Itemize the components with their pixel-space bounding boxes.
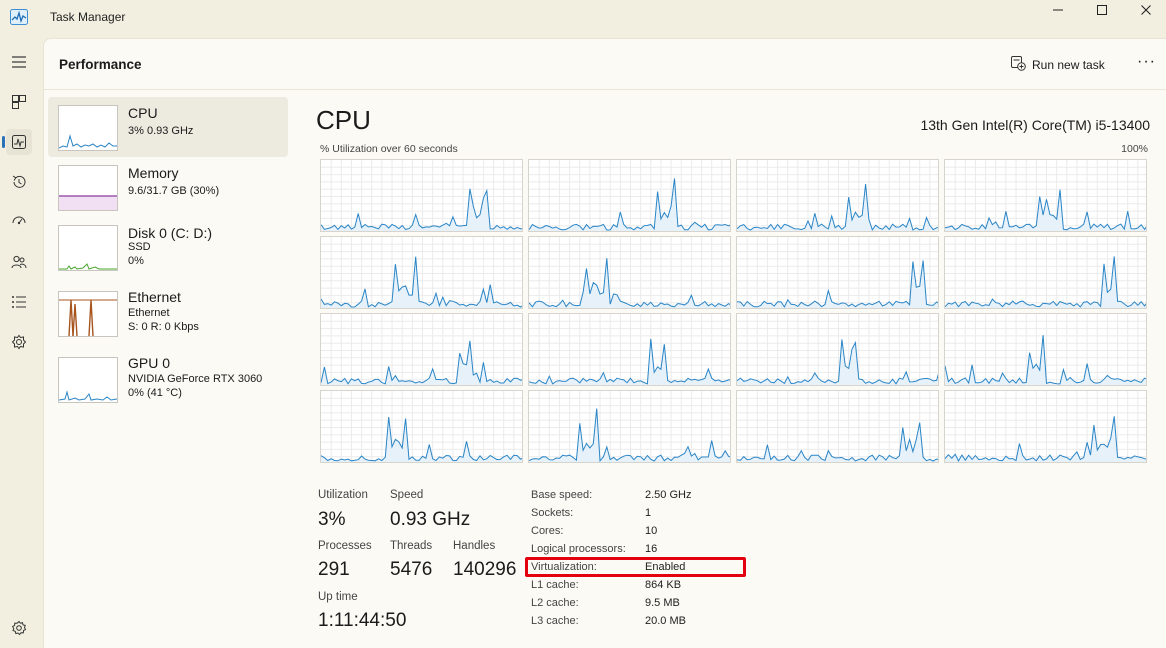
- utilization-graph-label: % Utilization over 60 seconds: [320, 143, 458, 155]
- l3-cache-value: 20.0 MB: [645, 615, 686, 627]
- base-speed-value: 2.50 GHz: [645, 489, 692, 501]
- resource-name: Ethernet: [128, 289, 181, 305]
- cpu-model-name: 13th Gen Intel(R) Core(TM) i5-13400: [920, 117, 1150, 133]
- task-manager-icon: [10, 9, 28, 25]
- sockets-label: Sockets:: [531, 507, 574, 519]
- resource-name: GPU 0: [128, 355, 171, 371]
- core-graph: [320, 236, 523, 309]
- performance-icon[interactable]: [2, 129, 32, 155]
- resource-name: CPU: [128, 105, 158, 121]
- settings-icon[interactable]: [6, 615, 32, 641]
- resource-detail: SSD: [128, 241, 151, 253]
- uptime-label: Up time: [318, 591, 358, 603]
- memory-thumbnail-graph: [58, 165, 118, 211]
- handles-label: Handles: [453, 540, 496, 552]
- main-panel: Performance Run new task ··· CPU 3% 0.93…: [43, 38, 1166, 648]
- logical-processor-graphs: [320, 159, 1147, 465]
- core-graph: [320, 313, 523, 386]
- menu-icon[interactable]: [6, 49, 32, 75]
- cores-value: 10: [645, 525, 658, 537]
- core-graph: [528, 236, 731, 309]
- utilization-max-label: 100%: [1121, 143, 1148, 155]
- processes-icon[interactable]: [6, 89, 32, 115]
- core-graph: [528, 159, 731, 232]
- threads-label: Threads: [390, 540, 433, 552]
- processes-value: 291: [318, 559, 350, 580]
- core-graph: [320, 390, 523, 463]
- page-header: Performance Run new task ···: [44, 39, 1166, 90]
- resource-detail: 0%: [128, 255, 144, 267]
- resource-name: Memory: [128, 165, 179, 181]
- handles-value: 140296: [453, 559, 517, 580]
- maximize-button[interactable]: [1080, 0, 1124, 20]
- core-graph: [736, 159, 939, 232]
- l1-cache-value: 864 KB: [645, 579, 682, 591]
- l2-cache-value: 9.5 MB: [645, 597, 680, 609]
- app-history-icon[interactable]: [6, 169, 32, 195]
- core-graph: [736, 390, 939, 463]
- core-graph: [736, 313, 939, 386]
- run-task-icon: [1010, 55, 1026, 74]
- core-graph: [528, 390, 731, 463]
- close-button[interactable]: [1124, 0, 1166, 20]
- more-options-button[interactable]: ···: [1137, 53, 1156, 71]
- logical-processors-value: 16: [645, 543, 658, 555]
- startup-apps-icon[interactable]: [6, 209, 32, 235]
- gpu-thumbnail-graph: [58, 357, 118, 403]
- virtualization-highlight-box: [525, 557, 746, 577]
- users-icon[interactable]: [6, 249, 32, 275]
- core-graph: [944, 313, 1147, 386]
- processes-label: Processes: [318, 540, 372, 552]
- core-graph: [320, 159, 523, 232]
- utilization-value: 3%: [318, 509, 346, 530]
- resource-item-cpu[interactable]: CPU 3% 0.93 GHz: [48, 97, 288, 157]
- resource-detail: Ethernet: [128, 307, 170, 319]
- resource-detail: 3% 0.93 GHz: [128, 125, 194, 137]
- details-icon[interactable]: [6, 289, 32, 315]
- cpu-heading: CPU: [316, 105, 371, 135]
- cpu-thumbnail-graph: [58, 105, 118, 151]
- l3-cache-label: L3 cache:: [531, 615, 579, 627]
- core-graph: [944, 159, 1147, 232]
- l2-cache-label: L2 cache:: [531, 597, 579, 609]
- core-graph: [736, 236, 939, 309]
- resource-detail: 9.6/31.7 GB (30%): [128, 185, 220, 197]
- sockets-value: 1: [645, 507, 652, 519]
- resource-item-memory[interactable]: Memory 9.6/31.7 GB (30%): [48, 157, 288, 217]
- run-new-task-button[interactable]: Run new task: [1010, 55, 1105, 74]
- disk-thumbnail-graph: [58, 225, 118, 271]
- resource-detail: NVIDIA GeForce RTX 3060: [128, 373, 263, 385]
- threads-value: 5476: [390, 559, 433, 580]
- logical-processors-label: Logical processors:: [531, 543, 626, 555]
- utilization-label: Utilization: [318, 489, 368, 501]
- ethernet-thumbnail-graph: [58, 291, 118, 337]
- resource-detail: S: 0 R: 0 Kbps: [128, 321, 199, 333]
- core-graph: [528, 313, 731, 386]
- title-bar: Task Manager: [0, 0, 1166, 38]
- base-speed-label: Base speed:: [531, 489, 593, 501]
- speed-label: Speed: [390, 489, 424, 501]
- page-title: Performance: [59, 57, 142, 72]
- resource-item-ethernet[interactable]: Ethernet Ethernet S: 0 R: 0 Kbps: [48, 283, 288, 343]
- l1-cache-label: L1 cache:: [531, 579, 579, 591]
- cores-label: Cores:: [531, 525, 564, 537]
- core-graph: [944, 236, 1147, 309]
- speed-value: 0.93 GHz: [390, 509, 471, 530]
- run-new-task-label: Run new task: [1032, 57, 1105, 72]
- services-icon[interactable]: [6, 329, 32, 355]
- uptime-value: 1:11:44:50: [318, 610, 407, 631]
- resource-detail: 0% (41 °C): [128, 387, 182, 399]
- window-title: Task Manager: [50, 10, 126, 24]
- core-graph: [944, 390, 1147, 463]
- resource-name: Disk 0 (C: D:): [128, 225, 212, 241]
- side-navigation: [0, 38, 40, 647]
- minimize-button[interactable]: [1036, 0, 1080, 20]
- resource-item-gpu[interactable]: GPU 0 NVIDIA GeForce RTX 3060 0% (41 °C): [48, 349, 288, 409]
- resource-item-disk[interactable]: Disk 0 (C: D:) SSD 0%: [48, 217, 288, 277]
